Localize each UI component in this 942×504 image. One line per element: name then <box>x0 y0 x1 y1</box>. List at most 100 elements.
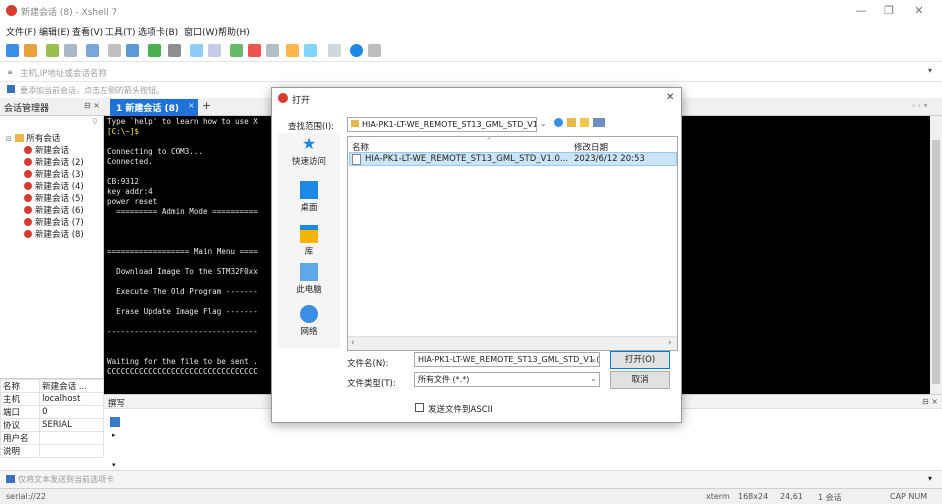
transfer-icon[interactable] <box>126 44 139 57</box>
filename-label: 文件名(N): <box>347 359 389 369</box>
compose-arrow-icon[interactable]: ▸ <box>112 431 116 439</box>
chevron-down-icon[interactable]: ⌄ <box>590 374 597 383</box>
tree-root-all-sessions[interactable]: ⊟ 所有会话 <box>6 132 60 144</box>
back-icon[interactable] <box>554 118 563 127</box>
place-library[interactable]: 库 <box>278 225 340 257</box>
place-this-pc[interactable]: 此电脑 <box>278 263 340 295</box>
compose-send-icon[interactable] <box>110 417 120 427</box>
tree-session-4[interactable]: 新建会话 (4) <box>24 180 84 192</box>
pin-icon[interactable]: ⊟ × <box>84 101 100 110</box>
tree-session-3[interactable]: 新建会话 (3) <box>24 168 84 180</box>
chevron-down-icon[interactable]: ⌄ <box>590 354 597 363</box>
menu-tools[interactable]: 工具(T) <box>105 25 136 38</box>
minimize-icon[interactable]: — <box>850 3 872 19</box>
search-icon[interactable] <box>108 44 121 57</box>
chevron-down-icon[interactable]: ▾ <box>928 66 932 75</box>
place-network[interactable]: 网络 <box>278 305 340 337</box>
maximize-icon[interactable]: ❐ <box>878 3 900 19</box>
keyboard-icon[interactable] <box>190 44 203 57</box>
scroll-left-icon[interactable]: ‹ <box>351 338 355 348</box>
table-row: 主机 localhost <box>0 392 104 406</box>
collapse-icon[interactable]: ⊟ <box>6 135 12 143</box>
new-tab-button[interactable]: + <box>202 99 211 112</box>
tree-session-8[interactable]: 新建会话 (8) <box>24 228 84 240</box>
address-input[interactable]: 主机,IP地址或会话名称 <box>20 67 107 79</box>
globe-icon[interactable] <box>148 44 161 57</box>
up-folder-icon[interactable] <box>567 118 576 127</box>
place-quick-access[interactable]: ★ 快速访问 <box>278 135 340 168</box>
file-row[interactable]: HIA-PK1-LT-WE_REMOTE_ST13_GML_STD_V1.0..… <box>349 152 677 166</box>
search-icon[interactable]: ⚲ <box>92 117 98 126</box>
tree-session-6[interactable]: 新建会话 (6) <box>24 204 84 216</box>
send-target-text[interactable]: 仅将文本发送到当前选项卡 <box>18 474 114 485</box>
place-desktop[interactable]: 桌面 <box>278 181 340 213</box>
new-session-icon[interactable] <box>6 44 19 57</box>
tab-scroll-icon[interactable]: ‹ › ▾ <box>912 101 928 110</box>
menu-edit[interactable]: 编辑(E) <box>39 25 70 38</box>
chevron-down-icon[interactable]: ▾ <box>928 474 932 483</box>
address-bar[interactable]: 🔒︎ 主机,IP地址或会话名称 ▾ <box>0 62 942 82</box>
tab-label: 1 新建会话 (8) <box>116 104 180 114</box>
connect-icon[interactable] <box>46 44 59 57</box>
session-label: 新建会话 (3) <box>35 170 84 180</box>
menu-help[interactable]: 帮助(H) <box>218 25 250 38</box>
table-row: 说明 <box>0 444 104 458</box>
ascii-label[interactable]: 发送文件到ASCII <box>428 403 493 415</box>
computer-icon <box>300 263 318 281</box>
menu-file[interactable]: 文件(F) <box>6 25 36 38</box>
menu-tabs[interactable]: 选项卡(B) <box>138 25 178 38</box>
menu-window[interactable]: 窗口(W) <box>184 25 218 38</box>
view-menu-icon[interactable] <box>593 118 605 127</box>
chevron-down-icon[interactable]: ⌄ <box>540 119 547 128</box>
scroll-right-icon[interactable]: › <box>668 338 672 348</box>
file-list[interactable]: 名称 ^ 修改日期 HIA-PK1-LT-WE_REMOTE_ST13_GML_… <box>347 136 678 351</box>
reconnect-icon[interactable] <box>86 44 99 57</box>
chat-icon[interactable] <box>368 44 381 57</box>
toolbar <box>0 40 942 62</box>
tree-session-7[interactable]: 新建会话 (7) <box>24 216 84 228</box>
tab-close-icon[interactable]: × <box>188 101 195 110</box>
ascii-checkbox[interactable] <box>415 403 424 412</box>
tile-icon[interactable] <box>328 44 341 57</box>
scrollbar-thumb[interactable] <box>932 140 940 384</box>
lock-icon[interactable] <box>248 44 261 57</box>
status-term: xterm <box>706 492 730 501</box>
tree-session-5[interactable]: 新建会话 (5) <box>24 192 84 204</box>
open-folder-icon[interactable] <box>24 44 37 57</box>
terminal-scrollbar[interactable] <box>930 116 942 394</box>
network-icon <box>300 305 318 323</box>
tab-session-8[interactable]: 1 新建会话 (8) × <box>110 99 198 116</box>
filetype-label: 文件类型(T): <box>347 379 396 389</box>
close-window-icon[interactable]: ✕ <box>908 3 930 19</box>
cancel-button[interactable]: 取消 <box>610 371 670 389</box>
session-icon <box>24 206 32 214</box>
lookin-select[interactable]: HIA-PK1-LT-WE_REMOTE_ST13_GML_STD_V1. <box>347 117 537 132</box>
window-titlebar: 新建会话 (8) - Xshell 7 — ❐ ✕ <box>0 0 942 22</box>
compose-expand-icon[interactable]: ▾ <box>112 461 116 469</box>
tree-session-1[interactable]: 新建会话 <box>24 144 69 156</box>
open-file-dialog: 打开 ✕ 查找范围(I): HIA-PK1-LT-WE_REMOTE_ST13_… <box>271 87 682 423</box>
new-folder-icon[interactable] <box>580 118 589 127</box>
dialog-close-icon[interactable]: ✕ <box>666 92 674 103</box>
xftp-icon[interactable] <box>230 44 243 57</box>
desktop-icon <box>300 181 318 199</box>
tree-session-2[interactable]: 新建会话 (2) <box>24 156 84 168</box>
status-sessions: 1 会话 <box>818 493 842 502</box>
filename-input[interactable]: HIA-PK1-LT-WE_REMOTE_ST13_GML_STD_V1.( <box>414 352 600 367</box>
filetype-select[interactable]: 所有文件 (*.*) <box>414 372 600 387</box>
arrow-add-icon[interactable] <box>7 85 15 93</box>
xshell-logo-icon <box>278 93 288 103</box>
font-icon[interactable] <box>168 44 181 57</box>
layout-icon[interactable] <box>266 44 279 57</box>
file-name: HIA-PK1-LT-WE_REMOTE_ST13_GML_STD_V1.0..… <box>365 154 568 164</box>
help-icon[interactable] <box>350 44 363 57</box>
pin-close-icon[interactable]: ⊟ × <box>922 397 938 406</box>
compose-icon[interactable] <box>304 44 317 57</box>
disconnect-icon[interactable] <box>64 44 77 57</box>
script-icon[interactable] <box>208 44 221 57</box>
highlight-icon[interactable] <box>286 44 299 57</box>
open-button[interactable]: 打开(O) <box>610 351 670 369</box>
menu-view[interactable]: 查看(V) <box>72 25 103 38</box>
horizontal-scrollbar[interactable]: ‹ › <box>348 336 677 350</box>
send-icon[interactable] <box>6 475 15 483</box>
